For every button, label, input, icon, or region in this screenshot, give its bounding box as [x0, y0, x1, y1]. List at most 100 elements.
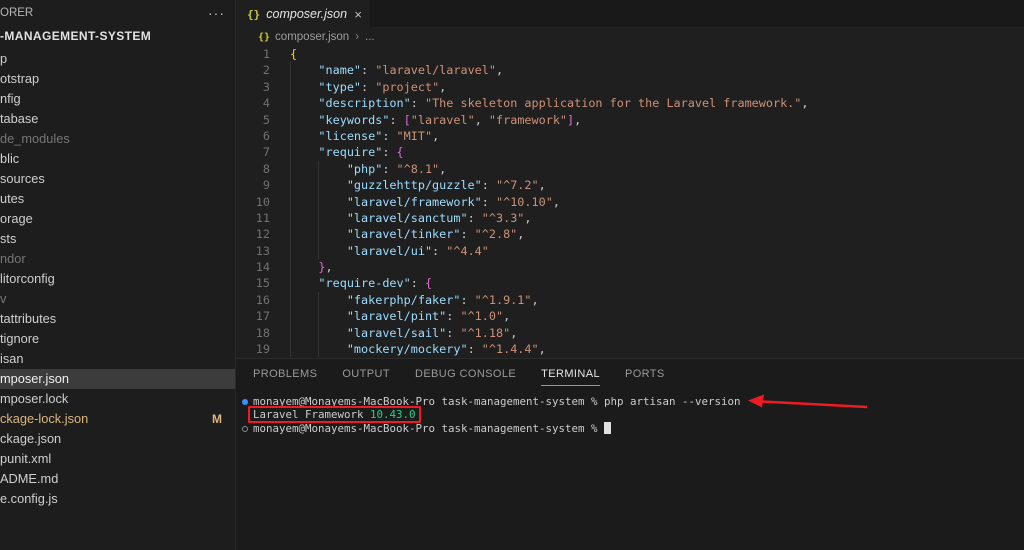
file-tree-item[interactable]: tattributes	[0, 309, 235, 329]
code-line-text: "license": "MIT",	[290, 127, 439, 145]
project-folder-label[interactable]: -MANAGEMENT-SYSTEM	[0, 29, 151, 43]
code-line[interactable]: 7 "require": {	[236, 144, 1024, 161]
line-number: 15	[255, 276, 270, 291]
file-name: utes	[0, 191, 25, 206]
code-line[interactable]: 11 "laravel/sanctum": "^3.3",	[236, 209, 1024, 227]
file-tree-item[interactable]: tabase	[0, 109, 235, 129]
panel-tab-ports[interactable]: PORTS	[625, 368, 665, 385]
file-tree-item[interactable]: orage	[0, 209, 235, 229]
line-number: 4	[262, 96, 270, 111]
tab-close-icon[interactable]: ×	[354, 8, 362, 21]
indent-guide	[290, 160, 318, 178]
code-line[interactable]: 2 "name": "laravel/laravel",	[236, 62, 1024, 79]
code-line[interactable]: 1{	[236, 46, 1024, 62]
file-name: ckage-lock.json	[0, 411, 89, 426]
code-line[interactable]: 16 "fakerphp/faker": "^1.9.1",	[236, 291, 1024, 309]
json-file-icon: {}	[258, 31, 271, 43]
panel-tab-bar: PROBLEMS OUTPUT DEBUG CONSOLE TERMINAL PORTS	[236, 359, 1024, 386]
code-area[interactable]: 1{2 "name": "laravel/laravel", 3 "type": "p…	[236, 46, 1024, 358]
file-name: sts	[0, 231, 17, 246]
panel-tab-terminal[interactable]: TERMINAL	[541, 368, 600, 386]
code-line-text: "laravel/ui": "^4.4"	[290, 242, 489, 260]
file-tree-item[interactable]: de_modules	[0, 129, 235, 149]
code-line[interactable]: 3 "type": "project",	[236, 78, 1024, 96]
file-name: de_modules	[0, 131, 70, 146]
file-name: tabase	[0, 111, 39, 126]
code-line[interactable]: 8 "php": "^8.1",	[236, 160, 1024, 178]
code-line[interactable]: 10 "laravel/framework": "^10.10",	[236, 193, 1024, 210]
code-line[interactable]: 19 "mockery/mockery": "^1.4.4",	[236, 341, 1024, 358]
code-line-text: "type": "project",	[290, 78, 446, 96]
code-line-text: },	[290, 259, 333, 276]
file-tree-item[interactable]: sources	[0, 169, 235, 189]
code-line-text: {	[290, 47, 298, 61]
code-line[interactable]: 17 "laravel/pint": "^1.0",	[236, 308, 1024, 325]
file-name: nfig	[0, 91, 21, 106]
file-tree-item[interactable]: tignore	[0, 329, 235, 349]
file-tree-item[interactable]: e.config.js	[0, 489, 235, 509]
file-tree-item[interactable]: ADME.md	[0, 469, 235, 489]
file-tree-item[interactable]: litorconfig	[0, 269, 235, 289]
file-tree-item[interactable]: blic	[0, 149, 235, 169]
code-line[interactable]: 15 "require-dev": {	[236, 275, 1024, 292]
terminal[interactable]: monayem@Monayems-MacBook-Pro task-manage…	[236, 395, 1024, 550]
file-tree-item[interactable]: mposer.json	[0, 369, 235, 389]
indent-guide	[290, 324, 318, 342]
code-line[interactable]: 12 "laravel/tinker": "^2.8",	[236, 226, 1024, 243]
file-tree-item[interactable]: otstrap	[0, 69, 235, 89]
file-name: ADME.md	[0, 471, 59, 486]
line-number: 5	[262, 112, 270, 127]
file-tree-item[interactable]: ckage.json	[0, 429, 235, 449]
file-tree-item[interactable]: ckage-lock.json M	[0, 409, 235, 429]
terminal-text: Laravel Framework	[253, 408, 371, 421]
file-tree-item[interactable]: nfig	[0, 89, 235, 109]
file-tree-item[interactable]: v	[0, 289, 235, 309]
command-decoration-icon	[242, 425, 248, 432]
code-line[interactable]: 14},	[236, 259, 1024, 276]
tab-composer-json[interactable]: {} composer.json ×	[236, 0, 371, 28]
code-line-text: "name": "laravel/laravel",	[290, 62, 503, 79]
indent-guide	[290, 95, 318, 112]
file-tree-item[interactable]: punit.xml	[0, 449, 235, 469]
code-line[interactable]: 6 "license": "MIT",	[236, 127, 1024, 145]
code-line-text: "laravel/tinker": "^2.8",	[290, 226, 524, 243]
file-tree-item[interactable]: utes	[0, 189, 235, 209]
breadcrumb-file[interactable]: composer.json	[275, 31, 349, 43]
file-tree-item[interactable]: mposer.lock	[0, 389, 235, 409]
panel-tab-debug-console[interactable]: DEBUG CONSOLE	[415, 368, 516, 385]
line-number: 6	[262, 128, 270, 143]
line-number: 1	[262, 47, 270, 61]
code-line[interactable]: 18 "laravel/sail": "^1.18",	[236, 324, 1024, 342]
file-tree-item[interactable]: ndor	[0, 249, 235, 269]
file-name: litorconfig	[0, 271, 55, 286]
line-number: 7	[262, 145, 270, 160]
breadcrumb-symbol[interactable]: ...	[365, 31, 375, 43]
file-name: ckage.json	[0, 431, 62, 446]
file-tree-item[interactable]: isan	[0, 349, 235, 369]
indent-guide	[290, 259, 318, 276]
indent-guide	[318, 291, 346, 309]
terminal-line[interactable]: monayem@Monayems-MacBook-Pro task-manage…	[236, 422, 1024, 435]
breadcrumb-separator-icon: ›	[355, 31, 360, 43]
indent-guide	[318, 177, 346, 194]
indent-guide	[318, 308, 346, 325]
file-name: mposer.lock	[0, 391, 69, 406]
panel-tab-problems[interactable]: PROBLEMS	[253, 368, 317, 385]
code-line[interactable]: 5 "keywords": ["laravel", "framework"],	[236, 111, 1024, 128]
terminal-line[interactable]: Laravel Framework 10.43.0	[236, 406, 1024, 423]
indent-guide	[290, 111, 318, 128]
code-line-text: "description": "The skeleton application…	[290, 95, 809, 112]
line-number: 11	[255, 210, 270, 225]
file-tree-item[interactable]: sts	[0, 229, 235, 249]
code-line[interactable]: 9 "guzzlehttp/guzzle": "^7.2",	[236, 177, 1024, 194]
more-actions-icon[interactable]: ···	[208, 5, 225, 21]
file-name: v	[0, 291, 7, 306]
line-number: 3	[262, 79, 270, 94]
code-line-text: "mockery/mockery": "^1.4.4",	[290, 341, 546, 358]
code-line[interactable]: 13 "laravel/ui": "^4.4"	[236, 242, 1024, 260]
editor-group: {} composer.json × {} composer.json › ..…	[236, 0, 1024, 358]
indent-guide	[318, 324, 346, 342]
panel-tab-output[interactable]: OUTPUT	[342, 368, 390, 385]
file-tree-item[interactable]: p	[0, 49, 235, 69]
code-line[interactable]: 4 "description": "The skeleton applicatio…	[236, 95, 1024, 112]
